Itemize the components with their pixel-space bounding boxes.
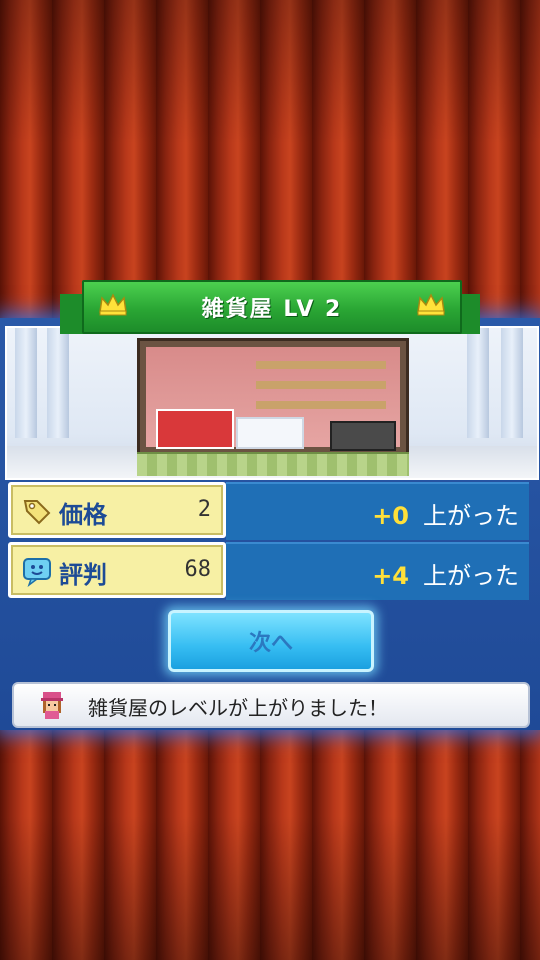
shelf	[256, 381, 386, 389]
next-button[interactable]: 次へ	[168, 610, 374, 672]
pillar	[47, 328, 69, 438]
stat-gain-box: +4 上がった	[226, 542, 529, 600]
shop-interior	[146, 347, 400, 451]
crown-icon	[99, 293, 127, 316]
message-text: 雑貨屋のレベルが上がりました！	[88, 696, 388, 720]
stat-value: 68	[184, 557, 212, 582]
stat-box: 価格 2	[8, 482, 226, 538]
stat-label: 価格	[59, 501, 107, 529]
gain-text: 上がった	[423, 502, 519, 530]
pillar	[467, 328, 489, 438]
general-store-image	[137, 338, 409, 476]
stat-row-price: 価格 2 +0 上がった	[8, 482, 529, 540]
display-counter	[330, 421, 396, 451]
reputation-face-icon	[23, 558, 51, 587]
shelf	[256, 361, 386, 369]
result-panel: 価格 2 +0 上がった 評判 68 +4 上がった 次へ 雑貨屋のレベルが上が…	[0, 318, 540, 730]
stat-value: 2	[197, 497, 211, 522]
gain-amount: +4	[372, 562, 409, 590]
banner-body: 雑貨屋 LV 2	[82, 280, 462, 334]
shop-level-banner: 雑貨屋 LV 2	[60, 280, 480, 336]
display-counter	[156, 409, 234, 449]
crown-icon	[417, 293, 445, 316]
staff-avatar-icon	[41, 692, 63, 719]
stat-label: 評判	[59, 561, 107, 589]
shop-floor	[137, 452, 409, 476]
pillar	[15, 328, 37, 438]
shop-scene	[5, 326, 539, 480]
stat-row-reputation: 評判 68 +4 上がった	[8, 542, 529, 600]
display-counter	[236, 417, 304, 449]
shelf	[256, 401, 386, 409]
stat-box: 評判 68	[8, 542, 226, 598]
banner-title: 雑貨屋 LV 2	[201, 297, 343, 322]
stat-gain: +0 上がった	[372, 496, 519, 531]
price-tag-icon	[23, 500, 51, 525]
stat-gain: +4 上がった	[372, 556, 519, 591]
gain-text: 上がった	[423, 562, 519, 590]
stat-gain-box: +0 上がった	[226, 482, 529, 540]
next-button-label: 次へ	[248, 631, 293, 656]
gain-amount: +0	[372, 502, 409, 530]
message-bar: 雑貨屋のレベルが上がりました！	[12, 682, 530, 728]
pillar	[501, 328, 523, 438]
